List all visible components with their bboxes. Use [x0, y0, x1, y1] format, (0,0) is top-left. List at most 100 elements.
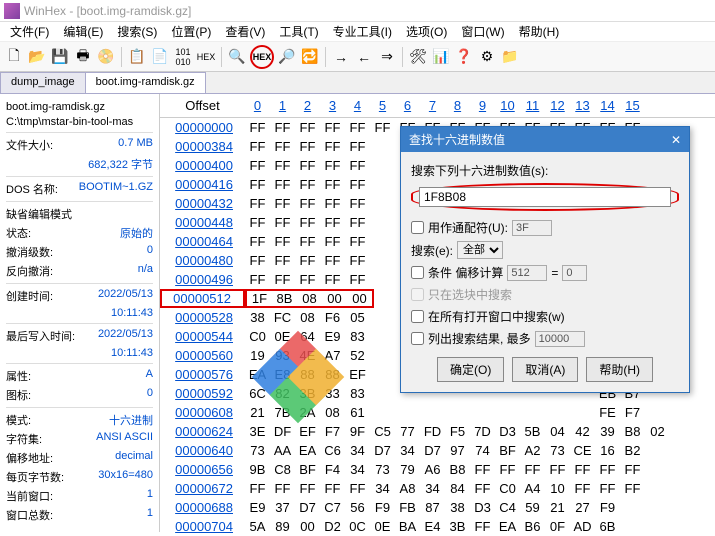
menu-edit[interactable]: 编辑(E) [57, 21, 109, 42]
hex-col: 8 [445, 98, 470, 113]
hex-offset: 00000464 [160, 234, 245, 249]
tool5-icon[interactable]: 📁 [500, 47, 520, 67]
separator [121, 47, 122, 67]
find-text-icon[interactable]: 🔎 [277, 47, 297, 67]
list-checkbox[interactable] [411, 332, 424, 345]
menu-help[interactable]: 帮助(H) [513, 21, 566, 42]
in-sel-checkbox[interactable] [411, 288, 424, 301]
file-path: C:\tmp\mstar-bin-tool-mas [6, 116, 133, 128]
list-max[interactable] [535, 331, 585, 347]
hex-bytes: 3EDFEFF79FC577FDF57DD35B044239B802 [245, 424, 670, 439]
toolbar: 🗋 📂 💾 🖶 📀 📋 📄 101010 HEX 🔍 HEX 🔎 🔁 → ← ⇒… [0, 42, 715, 72]
copy-icon[interactable]: 📋 [127, 47, 147, 67]
save-icon[interactable]: 💾 [50, 47, 70, 67]
hex-row[interactable]: 000006569BC8BFF4347379A6B8FFFFFFFFFFFFFF [160, 460, 715, 479]
hex-value-input[interactable] [419, 187, 671, 207]
menu-position[interactable]: 位置(P) [165, 21, 217, 42]
print-icon[interactable]: 🖶 [73, 47, 93, 67]
tab-boot-img[interactable]: boot.img-ramdisk.gz [85, 72, 206, 93]
main-area: boot.img-ramdisk.gz C:\tmp\mstar-bin-too… [0, 94, 715, 532]
cond-a[interactable] [507, 265, 547, 281]
hex-offset: 00000560 [160, 348, 245, 363]
hex-col: 14 [595, 98, 620, 113]
cond-checkbox[interactable] [411, 266, 424, 279]
menubar: 文件(F) 编辑(E) 搜索(S) 位置(P) 查看(V) 工具(T) 专业工具… [0, 22, 715, 42]
tool1-icon[interactable]: 🛠 [408, 47, 428, 67]
hex-row[interactable]: 00000672FFFFFFFFFF34A83484FFC0A410FFFFFF [160, 479, 715, 498]
menu-window[interactable]: 窗口(W) [455, 21, 510, 42]
icons-val: 0 [147, 387, 153, 403]
wildcard-value[interactable] [512, 220, 552, 236]
hex-row[interactable]: 000006243EDFEFF79FC577FDF57DD35B044239B8… [160, 422, 715, 441]
revundo-label: 反向撤消: [6, 263, 53, 279]
back-icon[interactable]: ← [354, 47, 374, 67]
hex-bytes: 73AAEAC634D734D79774BFA273CE16B2 [245, 443, 645, 458]
hex-row[interactable]: 0000064073AAEAC634D734D79774BFA273CE16B2 [160, 441, 715, 460]
menu-options[interactable]: 选项(O) [400, 21, 453, 42]
charset-label: 字符集: [6, 431, 42, 447]
search-dir-select[interactable]: 全部 [457, 241, 503, 259]
hex-offset: 00000608 [160, 405, 245, 420]
menu-view[interactable]: 查看(V) [219, 21, 271, 42]
hex-bytes: 9BC8BFF4347379A6B8FFFFFFFFFFFFFF [245, 462, 645, 477]
menu-protools[interactable]: 专业工具(I) [327, 21, 398, 42]
hex-row[interactable]: 000007045A8900D20C0EBAE43BFFEAB60FAD6B [160, 517, 715, 536]
list-label: 列出搜索结果, 最多 [428, 330, 531, 347]
hex-offset: 00000480 [160, 253, 245, 268]
help-button[interactable]: 帮助(H) [586, 357, 653, 382]
hex-offset: 00000624 [160, 424, 245, 439]
separator [221, 47, 222, 67]
hex-row[interactable]: 00000688E937D7C756F9FB8738D3C4592127F9 [160, 498, 715, 517]
disk-icon[interactable]: 📀 [96, 47, 116, 67]
hex-col: 5 [370, 98, 395, 113]
app-icon [4, 3, 20, 19]
goto-icon[interactable]: → [331, 47, 351, 67]
filesize-bytes: 682,322 字节 [88, 156, 153, 172]
find-icon[interactable]: 🔍 [227, 47, 247, 67]
paste-icon[interactable]: 📄 [150, 47, 170, 67]
editmode-label: 缺省编辑模式 [6, 206, 72, 222]
hex-col: 11 [520, 98, 545, 113]
hex-row[interactable]: 00000608217B2A0861FEF7 [160, 403, 715, 422]
hex-icon[interactable]: HEX [196, 47, 216, 67]
state-label: 状态: [6, 225, 31, 241]
dialog-titlebar[interactable]: 查找十六进制数值 ✕ [401, 127, 689, 152]
offset-label: 偏移地址: [6, 450, 53, 466]
find-hex-icon[interactable]: HEX [250, 45, 274, 69]
icons-label: 图标: [6, 387, 31, 403]
ok-button[interactable]: 确定(O) [437, 357, 504, 382]
wildcard-checkbox[interactable] [411, 221, 424, 234]
menu-file[interactable]: 文件(F) [4, 21, 55, 42]
fwd-icon[interactable]: ⇒ [377, 47, 397, 67]
tab-dump-image[interactable]: dump_image [0, 72, 86, 93]
tool4-icon[interactable]: ⚙ [477, 47, 497, 67]
cancel-button[interactable]: 取消(A) [512, 357, 578, 382]
tool3-icon[interactable]: ❓ [454, 47, 474, 67]
find-again-icon[interactable]: 🔁 [300, 47, 320, 67]
hex-col: 2 [295, 98, 320, 113]
separator [325, 47, 326, 67]
new-icon[interactable]: 🗋 [4, 47, 24, 67]
hex-offset: 00000544 [160, 329, 245, 344]
totwin-label: 窗口总数: [6, 507, 53, 523]
all-win-checkbox[interactable] [411, 310, 424, 323]
open-icon[interactable]: 📂 [27, 47, 47, 67]
hex-bytes: 217B2A0861FEF7 [245, 405, 645, 420]
undo-val: 0 [147, 244, 153, 260]
menu-tools[interactable]: 工具(T) [273, 21, 324, 42]
hex-offset: 00000512 [160, 289, 245, 308]
cond-b[interactable] [562, 265, 587, 281]
dialog-title: 查找十六进制数值 [409, 131, 505, 148]
offset-header: Offset [160, 98, 245, 113]
hex-editor[interactable]: Offset 0123456789101112131415 00000000FF… [160, 94, 715, 532]
close-icon[interactable]: ✕ [671, 133, 681, 147]
state-val: 原始的 [120, 225, 153, 241]
binary-icon[interactable]: 101010 [173, 47, 193, 67]
cond-label: 条件 偏移计算 [428, 264, 503, 281]
tool2-icon[interactable]: 📊 [431, 47, 451, 67]
menu-search[interactable]: 搜索(S) [111, 21, 163, 42]
file-name: boot.img-ramdisk.gz [6, 101, 105, 113]
separator [402, 47, 403, 67]
hex-col: 3 [320, 98, 345, 113]
hex-bytes: E937D7C756F9FB8738D3C4592127F9 [245, 500, 645, 515]
